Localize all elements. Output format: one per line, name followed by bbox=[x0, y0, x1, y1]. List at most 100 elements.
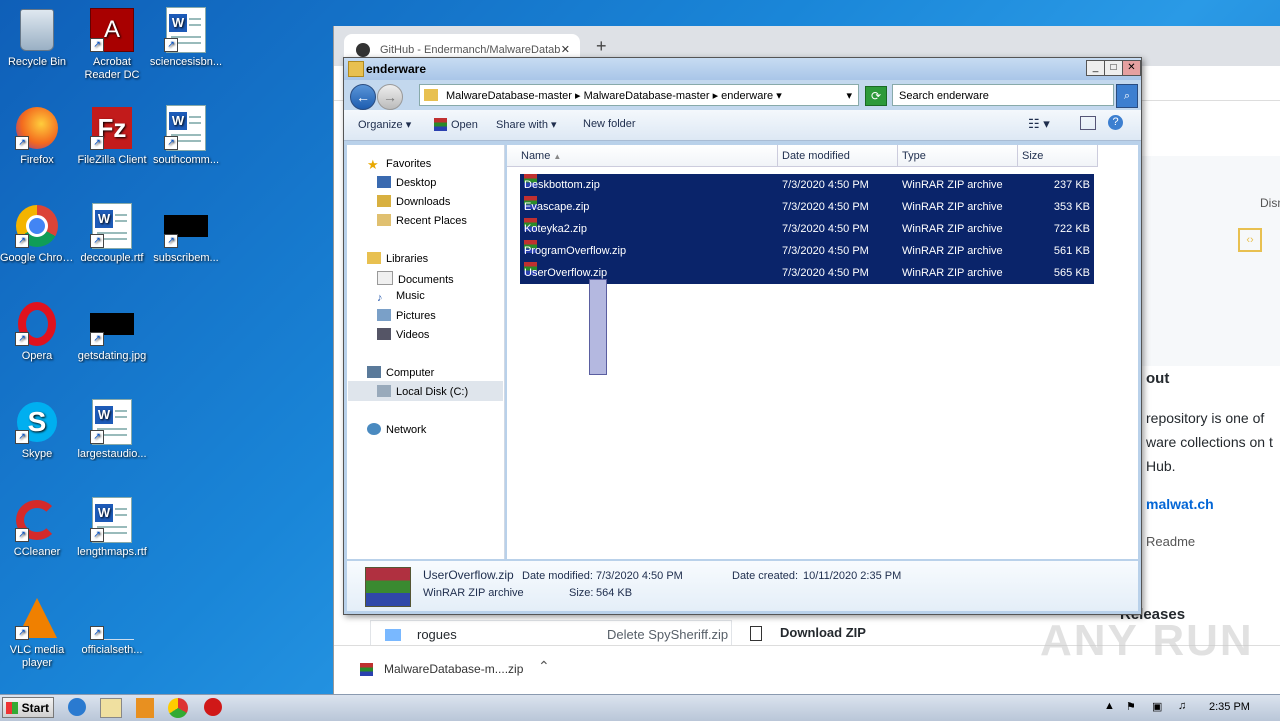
volume-icon[interactable]: ♫ bbox=[1178, 700, 1186, 712]
desktop-icon-google-chrome[interactable]: ↗ Google Chrome bbox=[0, 204, 74, 265]
desktop-icon-opera[interactable]: ↗ Opera bbox=[0, 302, 74, 363]
organize-button[interactable]: Organize ▾ bbox=[358, 118, 411, 131]
file-type: WinRAR ZIP archive bbox=[902, 267, 1003, 279]
dropdown-icon[interactable]: ▾ bbox=[846, 85, 852, 107]
breadcrumb-2[interactable]: MalwareDatabase-master bbox=[584, 90, 710, 102]
network-icon bbox=[367, 423, 381, 435]
media-player-icon[interactable] bbox=[136, 698, 154, 718]
nav-downloads[interactable]: Downloads bbox=[377, 195, 450, 208]
file-name[interactable]: ProgramOverflow.zip bbox=[524, 240, 626, 262]
file-type: WinRAR ZIP archive bbox=[902, 245, 1003, 257]
column-type[interactable]: Type bbox=[898, 145, 1018, 167]
desktop-icon-southcomm[interactable]: W ↗ southcomm... bbox=[149, 105, 223, 167]
opera-taskbar-icon[interactable] bbox=[204, 698, 222, 716]
address-bar[interactable]: MalwareDatabase-master ▸ MalwareDatabase… bbox=[419, 84, 859, 106]
nav-documents[interactable]: Documents bbox=[377, 271, 454, 286]
minimize-button[interactable]: _ bbox=[1086, 60, 1105, 76]
file-name[interactable]: Koteyka2.zip bbox=[524, 218, 587, 240]
file-row[interactable]: ProgramOverflow.zip 7/3/2020 4:50 PM WinRA… bbox=[520, 240, 1094, 262]
file-row[interactable]: Evascape.zip 7/3/2020 4:50 PM WinRAR ZIP a… bbox=[520, 196, 1094, 218]
download-file-name[interactable]: MalwareDatabase-m....zip bbox=[384, 662, 523, 676]
file-name[interactable]: Evascape.zip bbox=[524, 196, 589, 218]
help-icon[interactable]: ? bbox=[1108, 115, 1123, 130]
desktop-icon-lengthmaps-rtf[interactable]: W ↗ lengthmaps.rtf bbox=[75, 497, 149, 559]
nav-computer[interactable]: Computer bbox=[367, 366, 434, 379]
file-row[interactable]: Deskbottom.zip 7/3/2020 4:50 PM WinRAR ZIP… bbox=[520, 174, 1094, 196]
nav-music[interactable]: ♪ Music bbox=[377, 290, 425, 304]
row-commit-message[interactable]: Delete SpySheriff.zip bbox=[607, 627, 728, 642]
breadcrumb-3[interactable]: enderware bbox=[721, 90, 773, 102]
desktop-icon-largestaudio[interactable]: W ↗ largestaudio... bbox=[75, 399, 149, 461]
desktop-icon-firefox[interactable]: ↗ Firefox bbox=[0, 106, 74, 167]
nav-pictures[interactable]: Pictures bbox=[377, 309, 436, 322]
drive-icon bbox=[377, 385, 391, 397]
desktop-icon-skype[interactable]: S ↗ Skype bbox=[0, 400, 74, 461]
nav-local-disk[interactable]: Local Disk (C:) bbox=[377, 385, 468, 398]
desktop-icon-recycle-bin[interactable]: Recycle Bin bbox=[0, 8, 74, 69]
column-name[interactable]: Name ▲ bbox=[507, 145, 778, 167]
clock[interactable]: 2:35 PM bbox=[1209, 701, 1250, 713]
desktop-icon-acrobat-reader-dc[interactable]: A ↗ Acrobat Reader DC bbox=[75, 8, 149, 82]
share-with-button[interactable]: Share with ▾ bbox=[496, 118, 557, 131]
network-tray-icon[interactable]: ▣ bbox=[1152, 700, 1162, 713]
nav-videos[interactable]: Videos bbox=[377, 328, 429, 341]
music-icon: ♪ bbox=[377, 292, 383, 304]
search-input[interactable]: Search enderware bbox=[892, 84, 1114, 106]
desktop-icon-vlc-media-player[interactable]: ↗ VLC media player bbox=[0, 596, 74, 670]
folder-icon bbox=[424, 89, 438, 101]
explorer-titlebar[interactable]: enderware _ □ ✕ bbox=[344, 58, 1141, 80]
detail-size-value: 564 KB bbox=[596, 587, 633, 599]
desktop-icon-sciencesisbn[interactable]: W ↗ sciencesisbn... bbox=[149, 7, 223, 69]
nav-network[interactable]: Network bbox=[367, 423, 426, 436]
file-date: 7/3/2020 4:50 PM bbox=[782, 179, 869, 191]
chevron-up-icon[interactable]: ⌃ bbox=[538, 658, 550, 675]
file-size: 237 KB bbox=[1053, 179, 1090, 191]
open-button[interactable]: Open bbox=[434, 118, 478, 131]
readme-link[interactable]: Readme bbox=[1146, 534, 1195, 549]
start-button[interactable]: Start bbox=[2, 697, 54, 718]
internet-explorer-icon[interactable] bbox=[68, 698, 86, 716]
column-date-modified[interactable]: Date modified bbox=[778, 145, 898, 167]
refresh-icon[interactable]: ⟳ bbox=[865, 86, 887, 106]
nav-libraries[interactable]: Libraries bbox=[367, 252, 428, 265]
new-tab-button[interactable]: + bbox=[596, 36, 607, 57]
file-type: WinRAR ZIP archive bbox=[902, 179, 1003, 191]
search-icon[interactable]: ⌕ bbox=[1116, 84, 1138, 108]
show-hidden-icons-icon[interactable]: ▲ bbox=[1104, 700, 1115, 712]
new-folder-button[interactable]: New folder bbox=[583, 118, 636, 130]
file-name[interactable]: Deskbottom.zip bbox=[524, 174, 600, 196]
download-zip-item[interactable]: Download ZIP bbox=[738, 620, 898, 648]
desktop-icon-officialseth[interactable]: ↗ officialseth... bbox=[75, 596, 149, 657]
maximize-button[interactable]: □ bbox=[1104, 60, 1123, 76]
explorer-taskbar-icon[interactable] bbox=[100, 698, 122, 718]
back-button[interactable]: ← bbox=[350, 84, 376, 110]
desktop-icon-label: southcomm... bbox=[152, 154, 220, 166]
forward-button[interactable]: → bbox=[377, 84, 403, 110]
detail-created-label: Date created: bbox=[732, 570, 799, 582]
desktop-icon-label: sciencesisbn... bbox=[149, 56, 223, 68]
desktop-icon-getsdating-jpg[interactable]: ↗ getsdating.jpg bbox=[75, 302, 149, 363]
desktop-icon-ccleaner[interactable]: ↗ CCleaner bbox=[0, 498, 74, 559]
chrome-taskbar-icon[interactable] bbox=[168, 698, 188, 718]
about-line-1: repository is one of bbox=[1146, 410, 1265, 426]
file-row[interactable]: Koteyka2.zip 7/3/2020 4:50 PM WinRAR ZIP a… bbox=[520, 218, 1094, 240]
star-icon: ★ bbox=[367, 157, 379, 172]
recycle-bin-icon bbox=[15, 8, 59, 52]
desktop-icon-deccouple-rtf[interactable]: W ↗ deccouple.rtf bbox=[75, 203, 149, 265]
row-folder-name[interactable]: rogues bbox=[417, 627, 457, 642]
column-size[interactable]: Size bbox=[1018, 145, 1098, 167]
desktop-icon-label: Opera bbox=[21, 350, 53, 362]
preview-pane-icon[interactable] bbox=[1080, 116, 1096, 130]
desktop-icon-filezilla-client[interactable]: Fz ↗ FileZilla Client bbox=[75, 106, 149, 167]
nav-recent-places[interactable]: Recent Places bbox=[377, 214, 467, 227]
view-options-icon[interactable]: ☷ ▾ bbox=[1028, 116, 1050, 132]
breadcrumb-1[interactable]: MalwareDatabase-master bbox=[446, 90, 572, 102]
desktop-icon-subscribem[interactable]: ↗ subscribem... bbox=[149, 204, 223, 265]
nav-favorites[interactable]: ★ Favorites bbox=[367, 157, 431, 172]
nav-desktop[interactable]: Desktop bbox=[377, 176, 436, 189]
github-icon bbox=[356, 43, 370, 57]
website-link[interactable]: malwat.ch bbox=[1146, 496, 1214, 512]
flag-icon[interactable]: ⚑ bbox=[1126, 700, 1136, 713]
explorer-window: enderware _ □ ✕ ← → MalwareDatabase-mast… bbox=[343, 57, 1142, 615]
close-button[interactable]: ✕ bbox=[1122, 60, 1141, 76]
